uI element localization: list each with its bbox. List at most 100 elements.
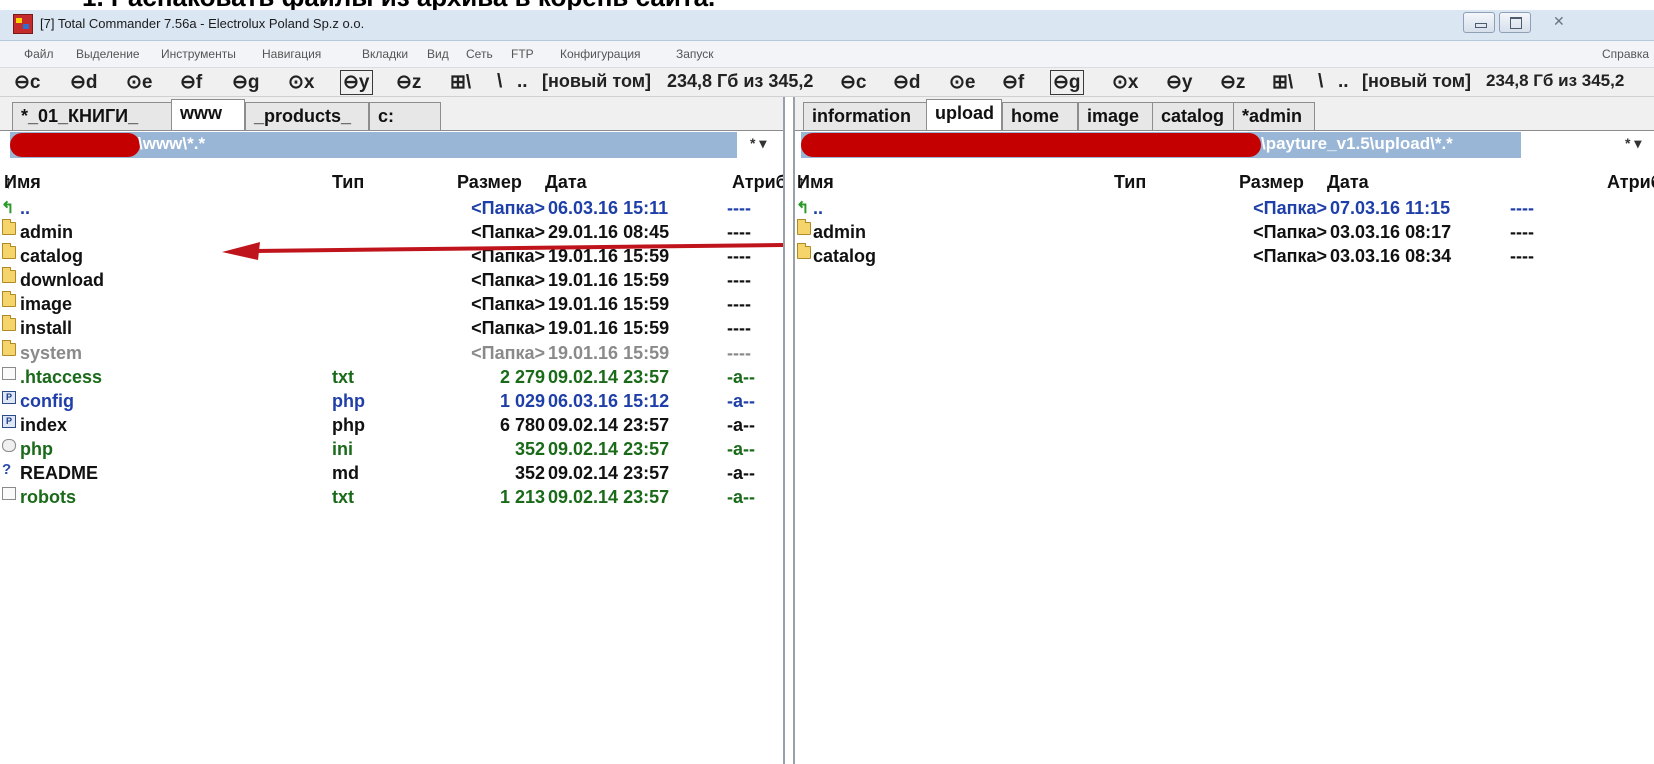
drive-button-d[interactable]: ⊖d [893,71,921,94]
drive-button-c[interactable]: ⊖c [840,71,867,94]
drive-button-z[interactable]: ⊖z [396,71,421,94]
file-name: catalog [813,246,877,267]
drive-button-g[interactable]: ⊖g [232,71,260,94]
tab-products[interactable]: _products_ [245,102,369,130]
root-button[interactable]: \ [1318,71,1323,93]
menu-item[interactable]: FTP [511,47,534,61]
current-path: \payture_v1.5\upload\*.* [1261,134,1453,153]
file-size: <Папка> [471,222,545,243]
menu-bar: Файл Выделение Инструменты Навигация Вкл… [0,41,1654,68]
up-dir-button[interactable]: .. [517,71,528,93]
menu-item[interactable]: Сеть [466,47,493,61]
folder-icon [2,267,16,284]
file-attributes: -a-- [727,463,755,484]
menu-item-help[interactable]: Справка [1602,47,1649,61]
column-header-attr[interactable]: Атриб [1607,172,1654,193]
file-row[interactable]: robots txt 1 213 09.02.14 23:57 -a-- [0,486,783,510]
file-name: README [20,463,99,484]
tab-catalog[interactable]: catalog [1152,102,1234,130]
network-icon[interactable]: ⊞\ [1272,71,1293,94]
annotation-arrow [222,242,783,260]
file-row[interactable]: install <Папка> 19.01.16 15:59 ---- [0,315,783,341]
menu-item[interactable]: Файл [24,47,54,61]
file-row[interactable]: php ini 352 09.02.14 23:57 -a-- [0,438,783,462]
file-row[interactable]: download <Папка> 19.01.16 15:59 ---- [0,267,783,293]
column-header-type[interactable]: Тип [332,172,364,193]
column-header-attr[interactable]: Атриб [732,172,783,193]
tab-home[interactable]: home [1002,102,1078,130]
file-row[interactable]: admin <Папка> 03.03.16 08:17 ---- [795,219,1654,245]
right-file-panel[interactable]: information upload home image catalog *a… [793,97,1654,764]
drive-button-y[interactable]: ⊖y [340,70,373,95]
drive-icon: ⊖ [180,72,196,93]
file-attributes: -a-- [727,487,755,508]
file-row[interactable]: catalog <Папка> 03.03.16 08:34 ---- [795,243,1654,269]
network-icon[interactable]: ⊞\ [450,71,471,94]
file-size: <Папка> [471,318,545,339]
drive-button-c[interactable]: ⊖c [14,71,41,94]
ini-file-icon [2,438,16,452]
menu-item[interactable]: Вкладки [362,47,408,61]
drive-button-g[interactable]: ⊖g [1050,70,1084,95]
menu-item[interactable]: Вид [427,47,449,61]
root-button[interactable]: \ [497,71,502,93]
column-header-size[interactable]: Размер [457,172,522,193]
file-date: 09.02.14 23:57 [548,463,670,484]
drive-button-d[interactable]: ⊖d [70,71,98,94]
file-date: 07.03.16 11:15 [1330,198,1451,218]
up-dir-button[interactable]: .. [1338,71,1349,93]
left-path-bar[interactable]: \www\*.* [10,132,737,158]
tab-01-knigi[interactable]: *_01_КНИГИ_ [12,102,172,130]
file-type: md [332,463,359,484]
tab-image[interactable]: image [1078,102,1153,130]
tab-information[interactable]: information [803,102,927,130]
file-attributes: ---- [727,222,751,243]
drive-button-z[interactable]: ⊖z [1220,71,1245,94]
minimize-button[interactable] [1463,12,1495,33]
column-header-type[interactable]: Тип [1114,172,1146,193]
php-file-icon: P [2,390,16,404]
filter-dropdown[interactable]: * ▾ [750,135,766,152]
menu-item[interactable]: Запуск [676,47,714,61]
filter-dropdown[interactable]: * ▾ [1625,135,1641,152]
close-button[interactable] [1536,12,1580,33]
free-space: 234,8 Гб из 345,2 [1486,71,1625,90]
column-header-date[interactable]: Дата [1327,172,1369,193]
drive-button-y[interactable]: ⊖y [1166,71,1193,94]
file-name: admin [20,222,74,243]
tab-c[interactable]: c: [369,102,441,130]
unknown-file-icon: ? [2,461,12,479]
file-size: 2 279 [499,366,545,387]
file-name: .. [20,198,31,218]
drive-button-f[interactable]: ⊖f [180,71,202,94]
tab-www[interactable]: www [171,99,245,131]
file-row[interactable]: Pindex php 6 780 09.02.14 23:57 -a-- [0,414,783,438]
left-file-panel[interactable]: *_01_КНИГИ_ www _products_ c: \www\*.* *… [0,97,785,764]
menu-item[interactable]: Выделение [76,47,140,61]
file-row[interactable]: system <Папка> 19.01.16 15:59 ---- [0,339,783,366]
drive-button-e[interactable]: ⊙e [126,71,153,94]
drive-icon: ⊖ [893,72,909,93]
maximize-button[interactable] [1499,12,1531,33]
file-row[interactable]: ↰.. <Папка> 06.03.16 15:11 ---- [0,197,783,221]
file-row[interactable]: Pconfig php 1 029 06.03.16 15:12 -a-- [0,390,783,414]
drive-button-f[interactable]: ⊖f [1002,71,1024,94]
file-row[interactable]: ↰.. <Папка> 07.03.16 11:15 ---- [795,197,1654,221]
drive-button-e[interactable]: ⊙e [949,71,976,94]
column-header-date[interactable]: Дата [545,172,587,193]
tab-upload[interactable]: upload [926,99,1002,131]
file-row[interactable]: image <Папка> 19.01.16 15:59 ---- [0,291,783,317]
folder-icon [2,315,16,332]
file-row[interactable]: ? README md 352 09.02.14 23:57 -a-- [0,462,783,486]
file-row[interactable]: .htaccess txt 2 279 09.02.14 23:57 -a-- [0,366,783,390]
tab-admin[interactable]: *admin [1233,102,1315,130]
cdrom-icon: ⊙ [126,72,142,93]
menu-item[interactable]: Конфигурация [560,47,641,61]
drive-button-x[interactable]: ⊙x [1112,71,1139,94]
menu-item[interactable]: Инструменты [161,47,236,61]
menu-item[interactable]: Навигация [262,47,321,61]
column-header-size[interactable]: Размер [1239,172,1304,193]
right-path-bar[interactable]: \payture_v1.5\upload\*.* [801,132,1521,158]
drive-button-x[interactable]: ⊙x [288,71,315,94]
drive-bar: ⊖c ⊖d ⊙e ⊖f ⊖g ⊙x ⊖y ⊖z ⊞\ \ .. [новый т… [0,68,1654,97]
